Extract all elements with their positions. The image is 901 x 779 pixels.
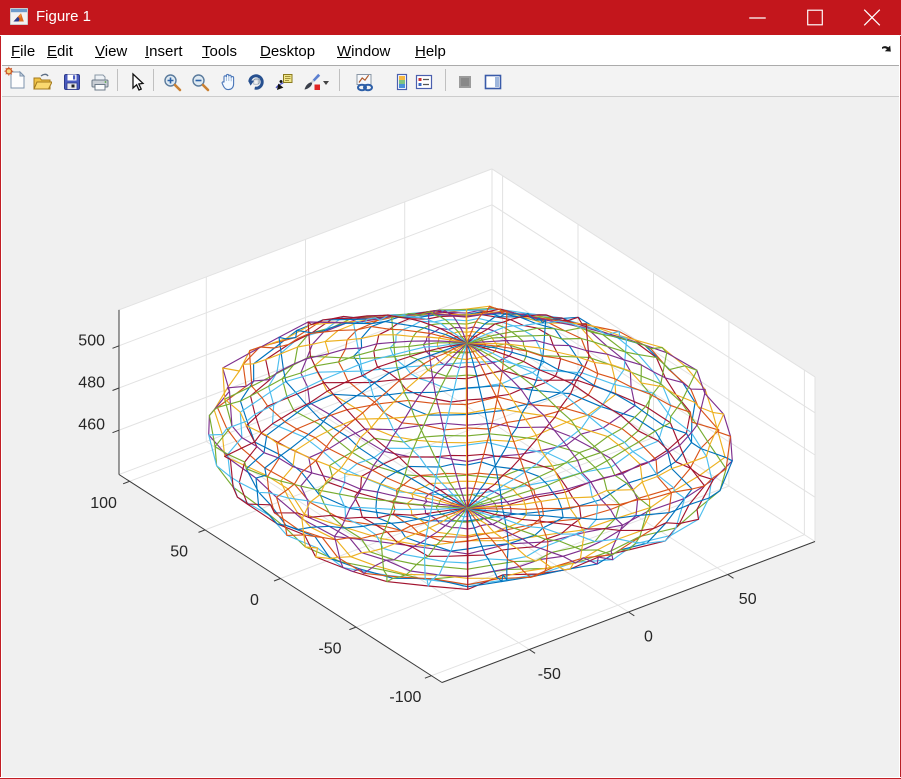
svg-text:480: 480 bbox=[78, 375, 105, 392]
svg-text:100: 100 bbox=[90, 495, 117, 512]
svg-text:50: 50 bbox=[739, 591, 757, 608]
svg-text:-50: -50 bbox=[318, 641, 341, 658]
svg-text:0: 0 bbox=[250, 592, 259, 609]
svg-text:0: 0 bbox=[644, 629, 653, 646]
svg-text:460: 460 bbox=[78, 417, 105, 434]
svg-text:-100: -100 bbox=[389, 689, 421, 706]
svg-text:500: 500 bbox=[78, 332, 105, 349]
svg-text:-50: -50 bbox=[538, 666, 561, 683]
svg-text:50: 50 bbox=[170, 543, 188, 560]
